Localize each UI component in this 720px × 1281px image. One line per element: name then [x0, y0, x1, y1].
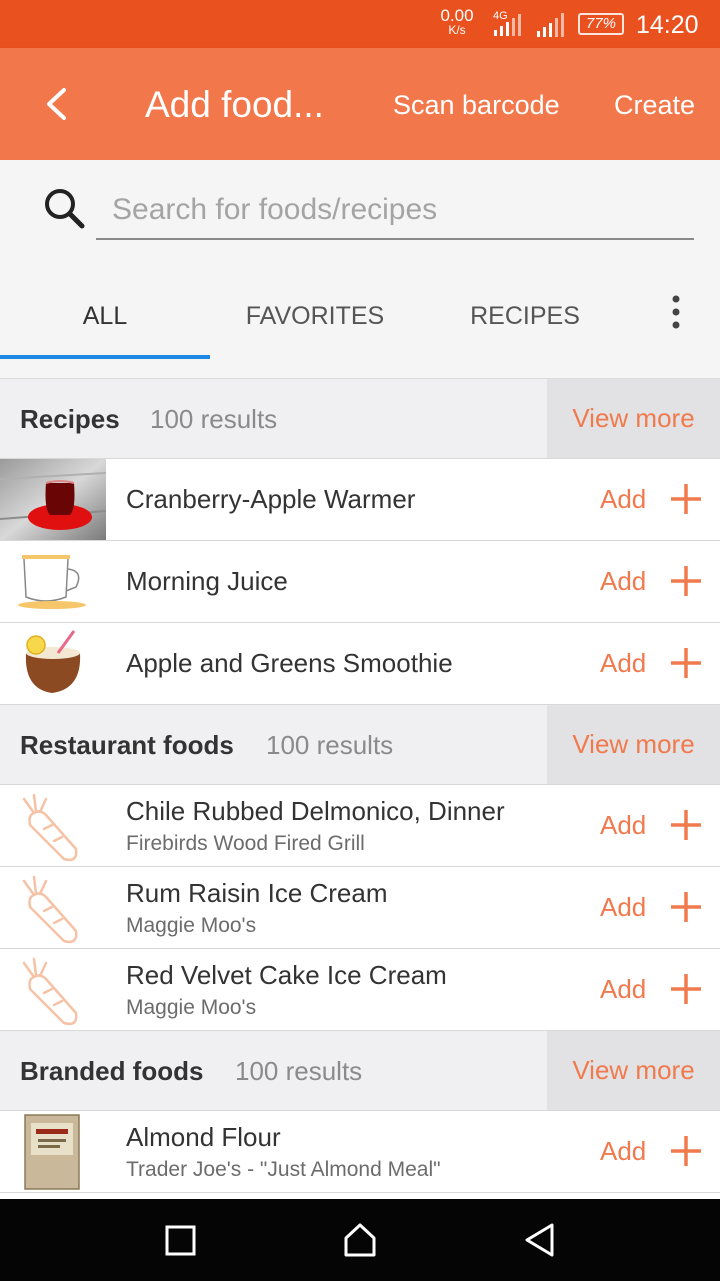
- list-item[interactable]: Red Velvet Cake Ice Cream Maggie Moo's A…: [0, 949, 720, 1031]
- add-button[interactable]: Add: [600, 483, 646, 515]
- section-count: 100 results: [266, 730, 394, 760]
- item-name: Rum Raisin Ice Cream: [126, 878, 388, 908]
- view-more-button[interactable]: View more: [547, 1031, 720, 1110]
- signal-4g-icon: 4G: [493, 10, 521, 36]
- teacup-icon: [18, 555, 86, 609]
- plus-icon[interactable]: [668, 971, 704, 1007]
- item-name: Red Velvet Cake Ice Cream: [126, 960, 447, 990]
- navigation-bar: [0, 1199, 720, 1281]
- add-button[interactable]: Add: [600, 891, 646, 923]
- coconut-drink-icon: [25, 630, 81, 693]
- item-brand: Maggie Moo's: [126, 914, 257, 937]
- tab-all[interactable]: ALL: [0, 296, 210, 356]
- item-name: Almond Flour: [126, 1122, 281, 1152]
- back-triangle-icon[interactable]: [522, 1221, 558, 1259]
- scan-barcode-button[interactable]: Scan barcode: [393, 88, 560, 122]
- list-item[interactable]: Cranberry-Apple Warmer Add: [0, 459, 720, 541]
- tab-indicator: [0, 355, 210, 359]
- status-time: 14:20: [636, 11, 699, 39]
- home-icon[interactable]: [342, 1221, 378, 1259]
- tab-recipes[interactable]: RECIPES: [420, 296, 630, 356]
- network-speed: 0.00 K/s: [437, 6, 477, 37]
- item-name: Chile Rubbed Delmonico, Dinner: [126, 796, 505, 826]
- network-unit: K/s: [448, 23, 466, 37]
- more-vert-icon[interactable]: [662, 294, 690, 334]
- section-count: 100 results: [235, 1056, 363, 1086]
- view-more-button[interactable]: View more: [547, 379, 720, 458]
- add-button[interactable]: Add: [600, 565, 646, 597]
- plus-icon[interactable]: [668, 481, 704, 517]
- recents-square-icon[interactable]: [164, 1221, 198, 1259]
- plus-icon[interactable]: [668, 645, 704, 681]
- list-item[interactable]: Rum Raisin Ice Cream Maggie Moo's Add: [0, 867, 720, 949]
- item-name: Morning Juice: [126, 566, 288, 596]
- section-header-recipes: Recipes 100 results View more: [0, 379, 720, 459]
- list-item[interactable]: Almond Flour Trader Joe's - "Just Almond…: [0, 1111, 720, 1193]
- tea-glass-photo: [0, 459, 106, 540]
- section-title: Recipes: [20, 404, 120, 434]
- item-brand: Maggie Moo's: [126, 996, 257, 1019]
- section-title: Branded foods: [20, 1056, 204, 1086]
- section-header-restaurant-foods: Restaurant foods 100 results View more: [0, 705, 720, 785]
- page-title: Add food...: [145, 84, 324, 125]
- tab-favorites[interactable]: FAVORITES: [210, 296, 420, 356]
- battery-icon: 77%: [578, 13, 624, 35]
- add-button[interactable]: Add: [600, 1135, 646, 1167]
- plus-icon[interactable]: [668, 563, 704, 599]
- network-type-label: 4G: [493, 10, 508, 22]
- add-button[interactable]: Add: [600, 647, 646, 679]
- carrot-icon: [22, 957, 78, 1026]
- add-button[interactable]: Add: [600, 973, 646, 1005]
- status-bar: 0.00 K/s 4G 77% 14:20: [0, 0, 720, 48]
- section-title: Restaurant foods: [20, 730, 234, 760]
- search-input[interactable]: [96, 182, 694, 240]
- plus-icon[interactable]: [668, 889, 704, 925]
- search-area: ALL FAVORITES RECIPES: [0, 160, 720, 378]
- list-item[interactable]: Apple and Greens Smoothie Add: [0, 623, 720, 705]
- section-header-branded-foods: Branded foods 100 results View more: [0, 1031, 720, 1111]
- plus-icon[interactable]: [668, 1133, 704, 1169]
- flour-bag-photo: [24, 1114, 80, 1190]
- list-item[interactable]: Morning Juice Add: [0, 541, 720, 623]
- carrot-icon: [22, 793, 78, 862]
- search-icon[interactable]: [42, 186, 86, 230]
- add-button[interactable]: Add: [600, 809, 646, 841]
- back-arrow-icon[interactable]: [36, 84, 76, 124]
- item-brand: Trader Joe's - "Just Almond Meal": [126, 1158, 441, 1181]
- item-brand: Firebirds Wood Fired Grill: [126, 832, 365, 855]
- plus-icon[interactable]: [668, 807, 704, 843]
- signal-icon: [537, 13, 564, 37]
- item-name: Cranberry-Apple Warmer: [126, 484, 416, 514]
- create-button[interactable]: Create: [614, 88, 695, 122]
- network-rate: 0.00: [440, 6, 474, 25]
- section-count: 100 results: [150, 404, 278, 434]
- view-more-button[interactable]: View more: [547, 705, 720, 784]
- carrot-icon: [22, 875, 78, 944]
- item-name: Apple and Greens Smoothie: [126, 648, 453, 678]
- list-item[interactable]: Chile Rubbed Delmonico, Dinner Firebirds…: [0, 785, 720, 867]
- app-bar: Add food... Scan barcode Create: [0, 48, 720, 160]
